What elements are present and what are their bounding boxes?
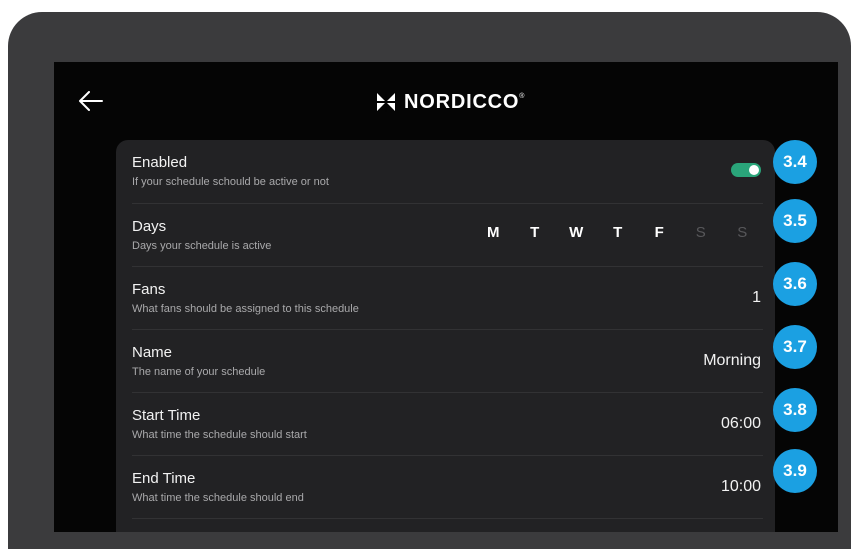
day-wednesday[interactable]: W	[556, 224, 598, 241]
brand-name: NORDICCO®	[404, 90, 526, 113]
fans-value[interactable]: 1	[752, 289, 761, 307]
setting-row-name[interactable]: Name The name of your schedule Morning	[132, 330, 763, 393]
setting-description: The name of your schedule	[132, 366, 266, 378]
setting-title: Days	[132, 218, 167, 235]
setting-description: What time the schedule should end	[132, 492, 304, 504]
device-bezel: NORDICCO® Enabled If your schedule schou…	[8, 12, 851, 549]
registered-mark: ®	[519, 92, 526, 100]
setting-title: End Time	[132, 470, 196, 487]
day-monday[interactable]: M	[473, 224, 515, 241]
day-saturday[interactable]: S	[680, 224, 722, 241]
setting-description: Days your schedule is active	[132, 240, 272, 252]
setting-row-end-time[interactable]: End Time What time the schedule should e…	[132, 456, 763, 519]
setting-title: Name	[132, 344, 173, 361]
day-thursday[interactable]: T	[597, 224, 639, 241]
day-sunday[interactable]: S	[722, 224, 764, 241]
arrow-left-icon	[79, 91, 103, 111]
day-tuesday[interactable]: T	[514, 224, 556, 241]
setting-description: What time the schedule should start	[132, 429, 307, 441]
device-screen: NORDICCO® Enabled If your schedule schou…	[54, 62, 838, 532]
callout-badge: 3.4	[773, 140, 817, 184]
nordicco-logo-icon	[376, 92, 396, 112]
setting-title: Start Time	[132, 407, 201, 424]
setting-description: If your schedule schould be active or no…	[132, 176, 329, 188]
callout-badge: 3.7	[773, 325, 817, 369]
back-button[interactable]	[76, 86, 106, 116]
schedule-settings-panel: Enabled If your schedule schould be acti…	[116, 140, 775, 532]
brand-logo: NORDICCO®	[374, 89, 525, 115]
callout-badge: 3.9	[773, 449, 817, 493]
day-selector: M T W T F S S	[473, 224, 764, 241]
setting-row-enabled: Enabled If your schedule schould be acti…	[132, 140, 763, 204]
start-time-value[interactable]: 06:00	[721, 415, 761, 433]
callout-badge: 3.5	[773, 199, 817, 243]
end-time-value[interactable]: 10:00	[721, 478, 761, 496]
name-value[interactable]: Morning	[703, 352, 761, 370]
callout-badge: 3.8	[773, 388, 817, 432]
enabled-toggle[interactable]	[731, 163, 761, 177]
setting-row-days: Days Days your schedule is active M T W …	[132, 204, 763, 267]
callout-badge: 3.6	[773, 262, 817, 306]
toggle-knob	[749, 165, 759, 175]
setting-description: What fans should be assigned to this sch…	[132, 303, 359, 315]
setting-row-start-time[interactable]: Start Time What time the schedule should…	[132, 393, 763, 456]
setting-title: Enabled	[132, 154, 188, 171]
setting-title: Fans	[132, 281, 166, 298]
day-friday[interactable]: F	[639, 224, 681, 241]
setting-row-fans[interactable]: Fans What fans should be assigned to thi…	[132, 267, 763, 330]
